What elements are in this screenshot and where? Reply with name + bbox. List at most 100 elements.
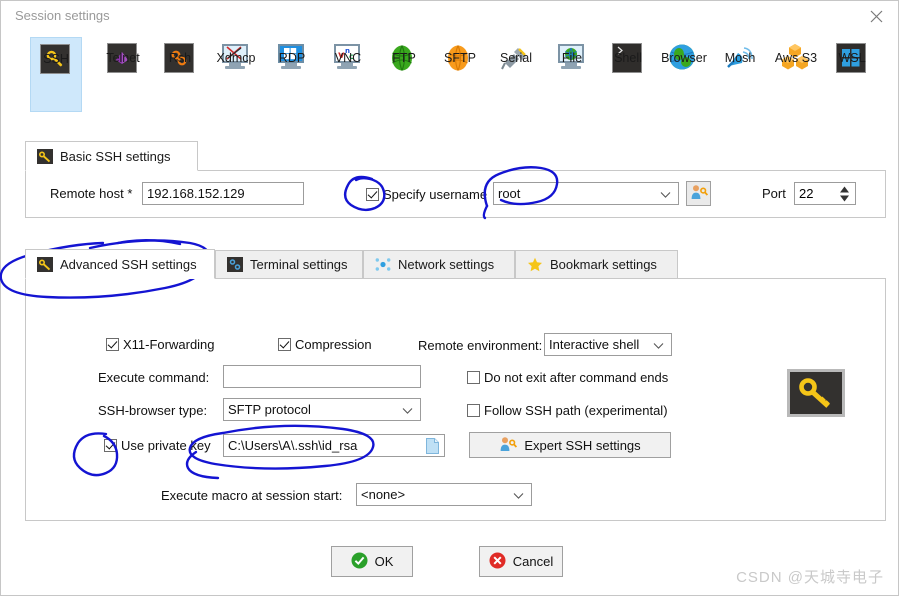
ssh-browser-type-label: SSH-browser type: — [98, 403, 208, 418]
basic-tabstrip: Basic SSH settings — [25, 141, 205, 171]
session-type-serial[interactable]: Serial — [490, 37, 542, 112]
tab-bookmark-settings[interactable]: Bookmark settings — [515, 250, 678, 278]
checkbox-box — [106, 338, 119, 351]
session-type-label: WSL — [838, 51, 866, 65]
execute-command-label: Execute command: — [98, 370, 210, 385]
session-type-ftp[interactable]: FTP — [378, 37, 430, 112]
tab-label: Network settings — [398, 257, 495, 272]
do-not-exit-label: Do not exit after command ends — [484, 370, 669, 385]
check-circle-icon — [351, 552, 368, 572]
ok-label: OK — [374, 554, 394, 569]
use-private-key-label: Use private key — [121, 438, 211, 453]
do-not-exit-checkbox[interactable]: Do not exit after command ends — [467, 370, 668, 385]
session-type-label: Telnet — [106, 51, 140, 65]
tab-advanced-ssh-settings[interactable]: Advanced SSH settings — [25, 249, 215, 279]
chevron-down-icon — [513, 487, 524, 502]
session-type-label: RDP — [278, 51, 306, 65]
session-type-sftp[interactable]: SFTP — [434, 37, 486, 112]
tab-network-settings[interactable]: Network settings — [363, 250, 515, 278]
session-type-label: VNC — [334, 51, 362, 65]
key-tab-icon — [37, 256, 53, 272]
credential-button[interactable] — [686, 181, 711, 206]
compression-checkbox[interactable]: Compression — [278, 337, 372, 352]
follow-ssh-path-checkbox[interactable]: Follow SSH path (experimental) — [467, 403, 668, 418]
expert-ssh-settings-label: Expert SSH settings — [524, 437, 641, 453]
port-label: Port — [762, 186, 786, 201]
session-type-vnc[interactable]: vnc VNC — [322, 37, 374, 112]
tab-basic-ssh-settings[interactable]: Basic SSH settings — [25, 141, 198, 171]
advanced-tabstrip: Advanced SSH settings Terminal settings … — [25, 249, 685, 279]
star-tab-icon — [527, 257, 543, 272]
port-input[interactable]: 22 — [794, 182, 856, 205]
x11-forwarding-checkbox[interactable]: X11-Forwarding — [106, 337, 215, 352]
title-bar: Session settings — [1, 1, 898, 31]
session-type-file[interactable]: File — [546, 37, 598, 112]
window-title: Session settings — [15, 8, 110, 23]
session-type-rdp[interactable]: RDP — [266, 37, 318, 112]
terminal-tab-icon — [227, 257, 243, 272]
session-type-label: File — [561, 51, 583, 65]
remote-environment-label: Remote environment: — [418, 338, 543, 353]
x11-forwarding-label: X11-Forwarding — [123, 337, 215, 352]
session-type-label: SFTP — [444, 51, 476, 65]
remote-host-value: 192.168.152.129 — [147, 186, 245, 201]
advanced-ssh-panel: X11-Forwarding Compression Remote enviro… — [25, 278, 886, 521]
file-browse-icon[interactable] — [426, 438, 439, 457]
tab-label: Terminal settings — [250, 257, 348, 272]
session-type-browser[interactable]: Browser — [658, 37, 710, 112]
session-type-label: Xdmcp — [216, 51, 256, 65]
session-settings-dialog: Session settings SSH Telnet Rsh Xdmcp RD… — [0, 0, 899, 596]
expert-ssh-settings-button[interactable]: Expert SSH settings — [469, 432, 671, 458]
cancel-label: Cancel — [512, 554, 554, 569]
port-value: 22 — [799, 186, 814, 201]
execute-command-input[interactable] — [223, 365, 421, 388]
key-icon — [787, 369, 845, 417]
execute-macro-value: <none> — [361, 487, 406, 502]
session-type-wsl[interactable]: WSL — [826, 37, 878, 112]
session-type-label: Browser — [661, 51, 707, 65]
specify-username-checkbox[interactable]: Specify username — [366, 187, 487, 202]
session-type-rsh[interactable]: Rsh — [154, 37, 206, 112]
session-type-ssh[interactable]: SSH — [30, 37, 82, 112]
session-type-telnet[interactable]: Telnet — [97, 37, 149, 112]
session-type-label: FTP — [392, 51, 416, 65]
compression-label: Compression — [295, 337, 372, 352]
checkbox-box — [467, 371, 480, 384]
session-type-shell[interactable]: Shell — [602, 37, 654, 112]
ssh-browser-type-combobox[interactable]: SFTP protocol — [223, 398, 421, 421]
tab-label: Advanced SSH settings — [60, 256, 197, 272]
private-key-input[interactable]: C:\Users\A\.ssh\id_rsa — [223, 434, 445, 457]
use-private-key-checkbox[interactable]: Use private key — [104, 438, 211, 453]
chevron-down-icon — [402, 402, 413, 417]
username-value: root — [498, 186, 521, 201]
session-type-mosh[interactable]: Mosh — [714, 37, 766, 112]
ssh-browser-type-value: SFTP protocol — [228, 402, 311, 417]
session-type-label: SSH — [43, 52, 69, 66]
session-type-toolbar: SSH Telnet Rsh Xdmcp RDP v n c VNC FTP S… — [15, 37, 888, 115]
execute-macro-combobox[interactable]: <none> — [356, 483, 532, 506]
checkbox-box — [366, 188, 379, 201]
spinner-arrows[interactable] — [840, 186, 849, 201]
checkbox-box — [278, 338, 291, 351]
tab-label: Basic SSH settings — [60, 148, 171, 164]
close-icon[interactable] — [854, 1, 898, 31]
cancel-button[interactable]: Cancel — [479, 546, 563, 577]
remote-environment-combobox[interactable]: Interactive shell — [544, 333, 672, 356]
username-combobox[interactable]: root — [493, 182, 679, 205]
key-tab-icon — [37, 148, 53, 164]
tab-terminal-settings[interactable]: Terminal settings — [215, 250, 363, 278]
follow-ssh-path-label: Follow SSH path (experimental) — [484, 403, 668, 418]
session-type-label: Rsh — [168, 51, 192, 65]
session-type-aws-s3[interactable]: Aws S3 — [770, 37, 822, 112]
session-type-label: Aws S3 — [774, 51, 818, 65]
cancel-circle-icon — [489, 552, 506, 572]
basic-ssh-panel: Remote host * 192.168.152.129 Specify us… — [25, 170, 886, 218]
remote-host-input[interactable]: 192.168.152.129 — [142, 182, 304, 205]
session-type-xdmcp[interactable]: Xdmcp — [210, 37, 262, 112]
session-type-label: Serial — [500, 51, 532, 65]
chevron-down-icon — [660, 186, 671, 201]
ok-button[interactable]: OK — [331, 546, 413, 577]
chevron-down-icon — [653, 337, 664, 352]
session-type-label: Shell — [614, 51, 642, 65]
remote-host-label: Remote host * — [50, 186, 133, 201]
